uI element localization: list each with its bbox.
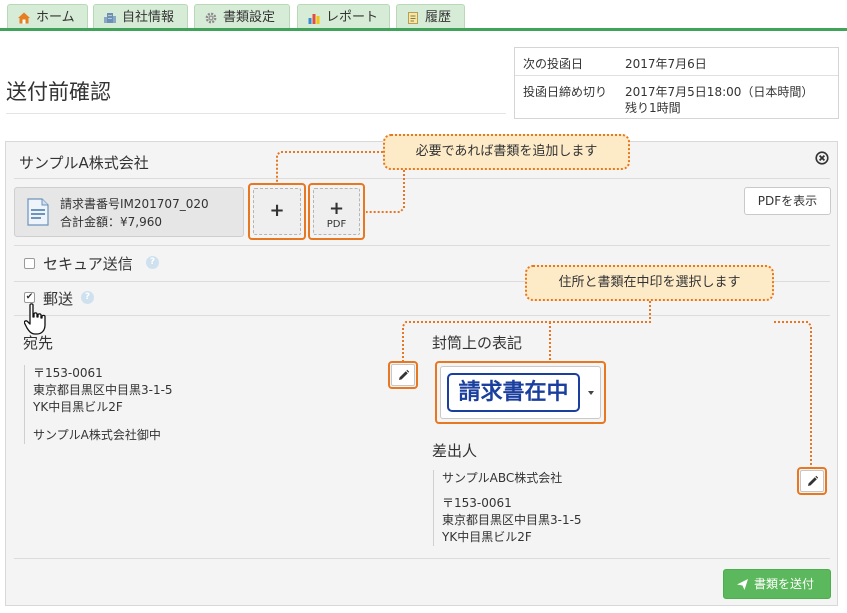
hand-cursor-icon <box>24 303 46 335</box>
callout-connector-lines <box>276 151 812 467</box>
